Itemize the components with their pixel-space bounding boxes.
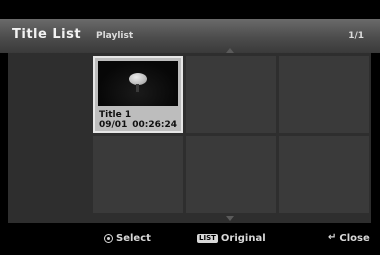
return-arrow-icon: ↵ bbox=[328, 232, 337, 243]
close-label: Close bbox=[339, 233, 370, 244]
title-thumbnail-1[interactable]: Title 1 09/01 00:26:24 bbox=[93, 56, 183, 133]
close-hint[interactable]: ↵ Close bbox=[328, 232, 370, 245]
title-list-screen: Title List Playlist 1/1 Title 1 09/01 00… bbox=[0, 0, 380, 255]
thumbnail-title: Title 1 bbox=[99, 110, 132, 120]
title-bar: Title List Playlist 1/1 bbox=[0, 19, 380, 53]
select-hint[interactable]: Select bbox=[104, 233, 151, 244]
empty-slot bbox=[93, 136, 183, 213]
stem-shape bbox=[136, 84, 139, 92]
thumbnail-duration: 00:26:24 bbox=[132, 120, 177, 130]
page-indicator: 1/1 bbox=[348, 31, 364, 41]
list-button-icon: LIST bbox=[197, 233, 218, 243]
button-guide-bar: Select LIST Original ↵ Close bbox=[0, 223, 380, 255]
empty-slot bbox=[186, 56, 276, 133]
screen-title: Title List bbox=[12, 27, 82, 42]
enter-circle-icon bbox=[104, 233, 113, 243]
empty-slot bbox=[186, 136, 276, 213]
original-hint[interactable]: LIST Original bbox=[197, 233, 266, 244]
playlist-label: Playlist bbox=[96, 31, 134, 41]
left-info-panel bbox=[8, 53, 92, 223]
title-grid: Title 1 09/01 00:26:24 bbox=[93, 56, 369, 214]
thumbnail-date: 09/01 bbox=[99, 120, 128, 130]
scroll-up-icon[interactable] bbox=[226, 48, 234, 53]
thumbnail-image bbox=[98, 61, 178, 106]
select-label: Select bbox=[116, 233, 151, 244]
original-label: Original bbox=[220, 233, 266, 244]
empty-slot bbox=[279, 136, 369, 213]
scroll-down-icon[interactable] bbox=[226, 216, 234, 221]
empty-slot bbox=[279, 56, 369, 133]
